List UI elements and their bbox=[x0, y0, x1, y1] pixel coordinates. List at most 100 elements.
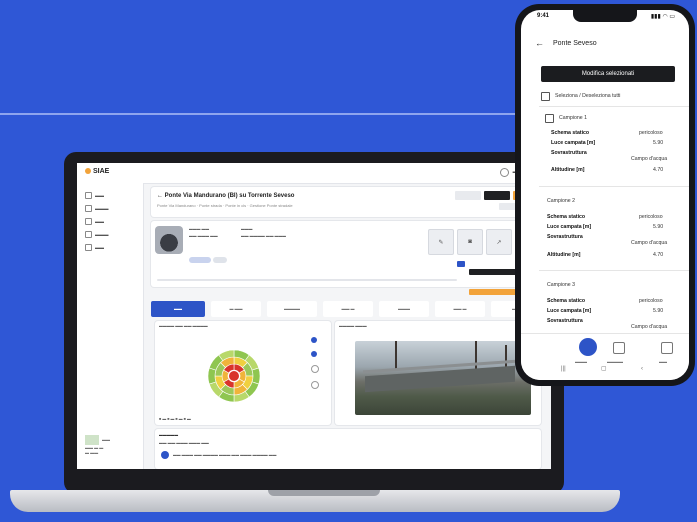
section-2-row-4-value: 4.70 bbox=[653, 252, 664, 258]
section-2-row-2-value: 5.90 bbox=[653, 224, 664, 230]
system-back-icon[interactable]: ‹ bbox=[641, 366, 643, 372]
progress-track bbox=[157, 279, 457, 281]
partner-logo-icon bbox=[85, 435, 99, 445]
asset-meta-3: ▬▬▬ bbox=[241, 227, 253, 231]
sidebar-item-4[interactable]: ▬▬▬ bbox=[77, 228, 143, 241]
nav-doc-icon[interactable] bbox=[613, 342, 625, 354]
section-3-row-2-value: 5.90 bbox=[653, 308, 664, 314]
sidebar-item-1[interactable]: ▬▬ bbox=[77, 189, 143, 202]
section-1-row-3-label: Sovrastruttura bbox=[551, 150, 587, 156]
asset-meta-4: ▬▬ ▬▬▬▬ ▬▬ ▬▬▬ bbox=[241, 234, 286, 238]
sidebar-item-2[interactable]: ▬▬▬ bbox=[77, 202, 143, 215]
list-icon bbox=[85, 205, 92, 212]
section-3-row-1-label: Schema statico bbox=[547, 298, 586, 304]
section-1-checkbox[interactable] bbox=[545, 114, 554, 123]
camera-icon[interactable]: ◙ bbox=[457, 229, 483, 255]
app-logo[interactable]: SIAE bbox=[85, 168, 109, 175]
chart-legend: ■ ▬ ■ ▬ ■ ▬ ■ ▬ bbox=[159, 417, 191, 421]
section-1-row-4-label: Altitudine [m] bbox=[551, 167, 585, 173]
status-icons: ▮▮▮ ◠ ▭ bbox=[650, 14, 675, 20]
notes-title: ▬▬▬▬▬ bbox=[159, 433, 178, 437]
section-3-row-1-value: pericoloso bbox=[639, 298, 663, 304]
tab-5[interactable]: ▬▬▬ bbox=[379, 301, 429, 317]
nav-expand-icon[interactable] bbox=[661, 342, 673, 354]
section-2-row-1-label: Schema statico bbox=[547, 214, 586, 220]
page-title: ← Ponte Via Mandurano (BI) su Torrente S… bbox=[157, 193, 295, 199]
donut-segment[interactable] bbox=[207, 367, 217, 385]
primary-button[interactable] bbox=[484, 191, 510, 200]
section-1-row-2-label: Luce campata [m] bbox=[551, 140, 596, 146]
tab-2[interactable]: ▬ ▬▬ bbox=[211, 301, 261, 317]
nav-label-3: ▬▬ bbox=[659, 359, 667, 364]
note-avatar bbox=[161, 451, 169, 459]
select-all-label: Seleziona / Deseleziona tutti bbox=[555, 93, 621, 99]
section-3-row-3-value: Campo d'acqua bbox=[631, 324, 668, 330]
logo-text: SIAE bbox=[93, 168, 110, 175]
edit-icon[interactable]: ✎ bbox=[428, 229, 454, 255]
sidebar: ▬▬ ▬▬▬ ▬▬ ▬▬▬ ▬▬ ▬▬ ▬▬ ▬ ▬ ▬ ▬▬ bbox=[77, 183, 144, 469]
bridge-photo bbox=[355, 341, 531, 415]
donut-svg bbox=[207, 349, 261, 403]
select-all-checkbox[interactable] bbox=[541, 92, 550, 101]
modify-selected-button[interactable]: Modifica selezionati bbox=[541, 66, 675, 82]
tag-pill-2 bbox=[213, 257, 227, 263]
sidebar-item-3[interactable]: ▬▬ bbox=[77, 215, 143, 228]
nav-active-tab[interactable] bbox=[579, 338, 597, 356]
secondary-button[interactable] bbox=[455, 191, 481, 200]
status-chip bbox=[457, 261, 465, 267]
breadcrumb: Ponte Via Mandurano · Ponte strada · Pon… bbox=[157, 203, 293, 208]
asset-meta-2: ▬▬ ▬▬▬ ▬▬ bbox=[189, 234, 218, 238]
donut-segment[interactable] bbox=[251, 367, 261, 385]
control-dot-1[interactable] bbox=[311, 337, 317, 343]
phone-bottom-nav: ▬▬▬ ▬▬▬▬ ▬▬ ||| ▢ ‹ bbox=[521, 333, 689, 380]
section-2-row-4-label: Altitudine [m] bbox=[547, 252, 581, 258]
chart-controls bbox=[301, 333, 321, 389]
folder-icon bbox=[85, 218, 92, 225]
nav-label-2: ▬▬▬▬ bbox=[607, 359, 623, 364]
notes-card: ▬▬▬▬▬ ▬▬ ▬▬ ▬▬▬ ▬▬▬ ▬▬ ▬▬ ▬▬▬ ▬▬ ▬▬▬▬ ▬▬… bbox=[155, 429, 541, 469]
tab-6[interactable]: ▬▬ ▬ bbox=[435, 301, 485, 317]
share-icon[interactable]: ↗ bbox=[486, 229, 512, 255]
chart-card-title: ▬▬▬▬ ▬▬ ▬▬ ▬▬▬▬ bbox=[159, 324, 208, 328]
photo-card-title: ▬▬▬▬ ▬▬▬ bbox=[339, 324, 367, 328]
notes-meta: ▬▬ ▬▬ ▬▬▬ ▬▬▬ ▬▬ bbox=[159, 441, 209, 445]
section-3-row-3-label: Sovrastruttura bbox=[547, 318, 583, 324]
section-1-row-1-label: Schema statico bbox=[551, 130, 590, 136]
section-2-row-2-label: Luce campata [m] bbox=[547, 224, 592, 230]
section-1-row-4-value: 4.70 bbox=[653, 167, 664, 173]
control-dot-3[interactable] bbox=[311, 365, 319, 373]
back-arrow-icon[interactable]: ← bbox=[535, 38, 544, 48]
sidebar-item-5[interactable]: ▬▬ bbox=[77, 241, 143, 254]
section-1-row-3-value: Campo d'acqua bbox=[631, 156, 668, 162]
system-menu-icon[interactable]: ||| bbox=[561, 366, 566, 372]
tab-4[interactable]: ▬▬ ▬ bbox=[323, 301, 373, 317]
tabs-strip: ▬▬ ▬ ▬▬ ▬▬▬▬ ▬▬ ▬ ▬▬▬ ▬▬ ▬ ▬▬ bbox=[151, 301, 545, 317]
section-2-header: Campione 2 bbox=[547, 198, 575, 204]
tab-1[interactable]: ▬▬ bbox=[151, 301, 205, 317]
chart-icon bbox=[85, 231, 92, 238]
section-3-header: Campione 3 bbox=[547, 282, 575, 288]
section-3-row-2-label: Luce campata [m] bbox=[547, 308, 592, 314]
system-home-icon[interactable]: ▢ bbox=[601, 365, 607, 372]
section-2-row-1-value: pericoloso bbox=[639, 214, 663, 220]
separator-2 bbox=[539, 186, 689, 187]
tab-3[interactable]: ▬▬▬▬ bbox=[267, 301, 317, 317]
nav-label-1: ▬▬▬ bbox=[575, 359, 587, 364]
phone-notch bbox=[573, 10, 637, 22]
app-topbar: SIAE ▬▬ ▬ ☰ bbox=[77, 163, 551, 184]
user-icon bbox=[85, 244, 92, 251]
tag-pill-1 bbox=[189, 257, 211, 263]
separator-1 bbox=[539, 106, 689, 107]
section-1-row-2-value: 5.90 bbox=[653, 140, 664, 146]
separator-3 bbox=[539, 270, 689, 271]
control-dot-4[interactable] bbox=[311, 381, 319, 389]
section-2-row-3-value: Campo d'acqua bbox=[631, 240, 668, 246]
page-header-card: ← Ponte Via Mandurano (BI) su Torrente S… bbox=[151, 187, 545, 217]
note-text: ▬▬ ▬▬▬ ▬▬ ▬▬▬▬ ▬▬▬ ▬▬ ▬▬▬ ▬▬▬▬ ▬▬ bbox=[173, 453, 277, 457]
section-1-header: Campione 1 bbox=[559, 115, 587, 121]
user-icon[interactable] bbox=[500, 168, 509, 177]
control-dot-2[interactable] bbox=[311, 351, 317, 357]
home-icon bbox=[85, 192, 92, 199]
phone-title: Ponte Seveso bbox=[553, 40, 597, 47]
section-1-row-1-value: pericoloso bbox=[639, 130, 663, 136]
